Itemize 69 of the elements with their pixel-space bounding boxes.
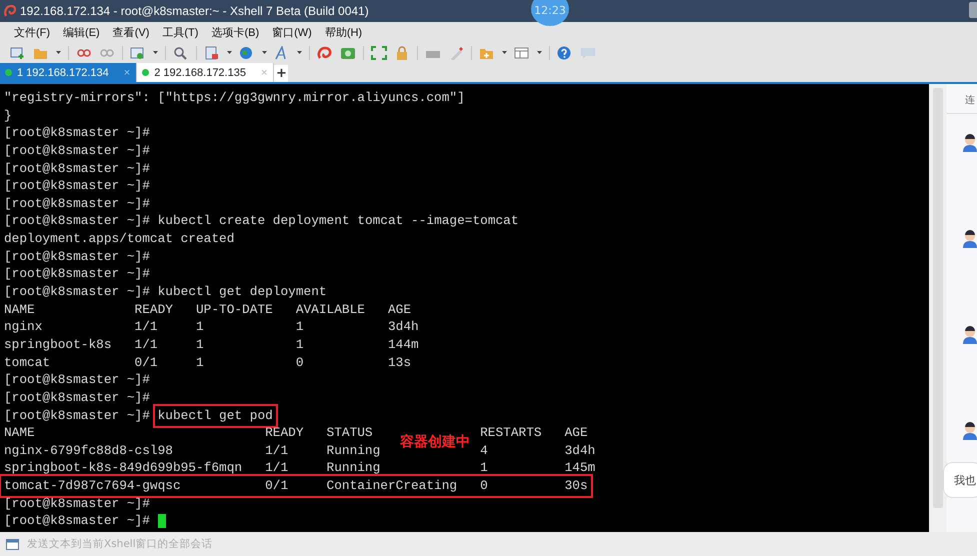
prompt-text: [root@k8smaster ~]# (4, 284, 150, 300)
prompt-text: [root@k8smaster ~]# (4, 213, 150, 228)
shell-logo-icon (4, 5, 16, 17)
caret-icon[interactable] (502, 51, 507, 54)
prompt-text: [root@k8smaster ~]# (4, 372, 150, 388)
scroll-thumb[interactable] (933, 88, 943, 508)
help-icon[interactable] (557, 46, 573, 60)
output-text: "registry-mirrors": ["https://gg3gwnry.mirror.aliyuncs.com"] (4, 90, 465, 105)
panel-header: 连 (947, 84, 977, 114)
command-text: kubectl get deployment (158, 284, 327, 300)
prompt-text: [root@k8smaster ~]# (4, 125, 150, 140)
tab-label: 2 192.168.172.135 (154, 66, 246, 78)
avatar-icon (963, 230, 977, 248)
tab-label: 1 192.168.172.134 (17, 66, 109, 78)
prompt-text: [root@k8smaster ~]# (4, 496, 150, 511)
output-text: springboot-k8s-849d699b95-f6mqn 1/1 Running 1 145m (4, 460, 596, 476)
caret-icon[interactable] (227, 51, 232, 54)
avatar-icon (963, 134, 977, 152)
prompt-text: [root@k8smaster ~]# (4, 266, 150, 282)
search-icon[interactable] (173, 46, 189, 60)
session-tab[interactable]: 2 192.168.172.135 × (137, 63, 274, 82)
caret-icon[interactable] (262, 51, 267, 54)
menu-item[interactable]: 窗口(W) (272, 24, 312, 40)
window-icon (6, 538, 19, 550)
layout-icon[interactable] (514, 46, 530, 60)
globe-icon[interactable] (239, 46, 255, 60)
prompt-text: [root@k8smaster ~]# (4, 196, 150, 211)
menu-item[interactable]: 查看(V) (112, 24, 150, 40)
menu-item[interactable]: 文件(F) (14, 24, 50, 40)
prompt-text: [root@k8smaster ~]# (4, 248, 150, 264)
prompt-text: [root@k8smaster ~]# (4, 142, 150, 158)
prompt-text: [root@k8smaster ~]# (4, 178, 150, 194)
menu-item[interactable]: 选项卡(B) (211, 24, 260, 40)
window-gear-icon[interactable] (130, 46, 146, 60)
shell-logo-icon[interactable] (317, 46, 333, 60)
caret-icon[interactable] (153, 51, 158, 54)
command-text: kubectl create deployment tomcat --image=tomcat (158, 213, 519, 228)
caret-icon[interactable] (56, 51, 61, 54)
fullscreen-icon[interactable] (371, 46, 387, 60)
avatar-icon (963, 422, 977, 440)
status-text: 发送文本到当前Xshell窗口的全部会话 (27, 537, 213, 551)
new-session-icon[interactable] (10, 46, 26, 60)
session-tab[interactable]: 1 192.168.172.134 × (0, 63, 138, 82)
output-text: tomcat-7d987c7694-gwqsc 0/1 ContainerCreating 0 30s (4, 478, 588, 494)
prompt-text: [root@k8smaster ~]# (4, 408, 150, 423)
prompt-text: [root@k8smaster ~]# (4, 513, 150, 528)
document-icon[interactable] (204, 46, 220, 60)
caret-icon[interactable] (537, 51, 542, 54)
output-text: deployment.apps/tomcat created (4, 231, 234, 246)
lock-icon[interactable] (394, 46, 410, 60)
prompt-text: [root@k8smaster ~]# (4, 390, 150, 405)
caret-icon[interactable] (297, 51, 302, 54)
menu-item[interactable]: 工具(T) (162, 24, 198, 40)
transfer-icon[interactable] (340, 46, 356, 60)
new-tab-button[interactable]: + (274, 65, 288, 82)
menu-item[interactable]: 编辑(E) (63, 24, 100, 40)
output-text: nginx 1/1 1 1 3d4h (4, 319, 419, 334)
output-text: springboot-k8s 1/1 1 1 144m (4, 336, 419, 352)
output-text: NAME READY UP-TO-DATE AVAILABLE AGE (4, 302, 412, 317)
menu-item[interactable]: 帮助(H) (324, 24, 362, 40)
window-title: 192.168.172.134 - root@k8smaster:~ - Xshell 7 Beta (Build 0041) (20, 4, 369, 18)
output-text: tomcat 0/1 1 0 13s (4, 354, 412, 370)
command-text: kubectl get pod (158, 408, 273, 423)
prompt-text: [root@k8smaster ~]# (4, 160, 150, 176)
output-text: } (4, 108, 12, 123)
avatar-icon (963, 326, 977, 344)
scrollbar[interactable] (929, 84, 947, 532)
clock-badge: 12:23 (531, 0, 569, 26)
chat-bubble[interactable]: 我也 (943, 462, 977, 498)
